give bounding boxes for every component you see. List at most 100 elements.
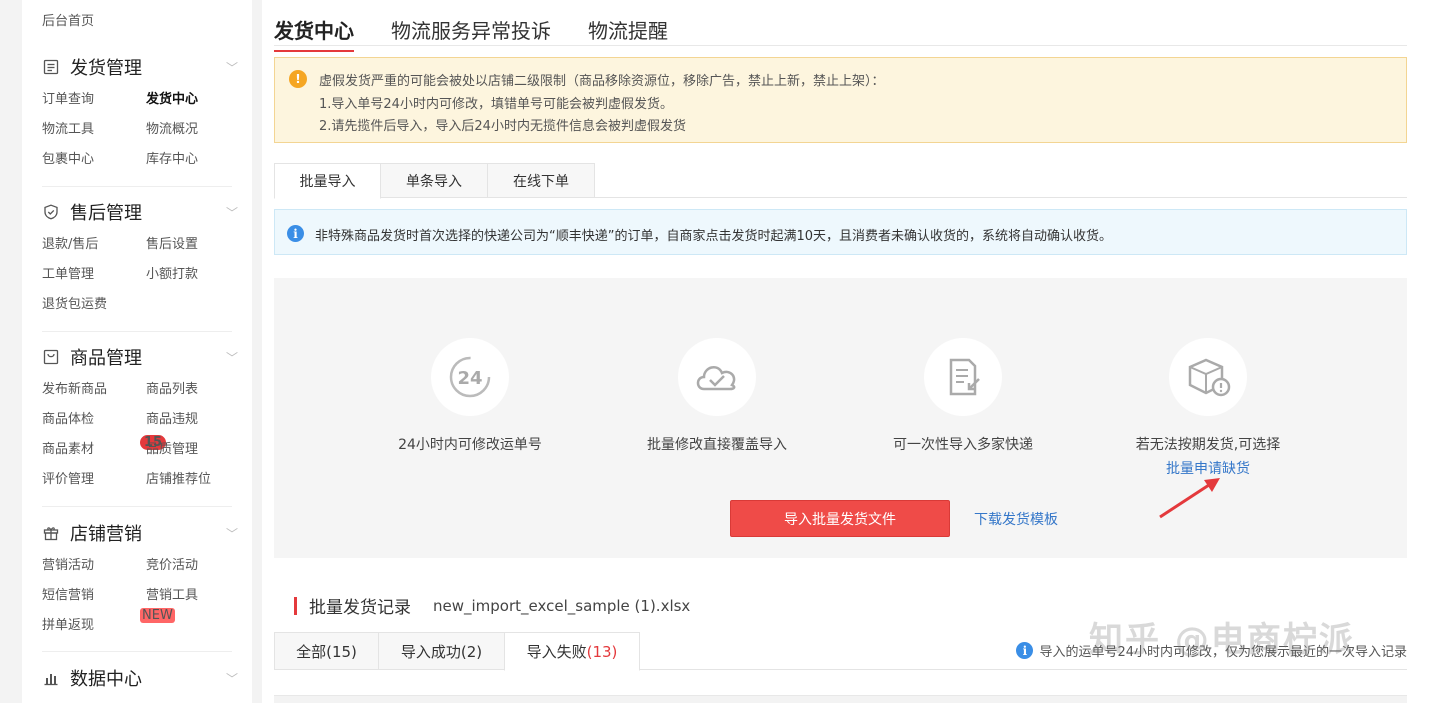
sidebar-item-logistics-tools[interactable]: 物流工具 (42, 120, 146, 139)
record-header: 批量发货记录 new_import_excel_sample (1).xlsx (294, 593, 690, 618)
sidebar-item-parcel-center[interactable]: 包裹中心 (42, 150, 146, 169)
feature-item: 批量修改直接覆盖导入 (617, 338, 817, 454)
sidebar-item-reviews[interactable]: 评价管理 (42, 470, 146, 489)
record-title: 批量发货记录 (309, 598, 411, 618)
tab-online-order[interactable]: 在线下单 (487, 163, 595, 198)
sidebar-item-aftersale-settings[interactable]: 售后设置 (146, 235, 238, 254)
content-gutter (252, 0, 262, 703)
clock-24-icon: 24 (431, 338, 509, 416)
warning-banner: ! 虚假发货严重的可能会被处以店铺二级限制（商品移除资源位，移除广告，禁止上新，… (274, 57, 1407, 143)
section-title: 售后管理 (70, 203, 142, 224)
chevron-down-icon: ﹀ (225, 526, 238, 541)
sidebar-section-shipping: 发货管理 ﹀ 订单查询 发货中心 物流工具 物流概况 包裹中心 库存中心 (42, 52, 238, 169)
sidebar-item-shop-recommend[interactable]: 店铺推荐位 (146, 470, 238, 489)
section-head-shipping[interactable]: 发货管理 ﹀ (42, 52, 238, 82)
sidebar-item-bidding[interactable]: 竞价活动 (146, 556, 238, 575)
chevron-down-icon: ﹀ (225, 350, 238, 365)
section-title: 数据中心 (70, 669, 142, 690)
download-template-link[interactable]: 下载发货模板 (974, 509, 1058, 529)
sidebar-item-quality-management[interactable]: 品质管理 (146, 440, 238, 459)
section-title: 店铺营销 (70, 524, 142, 545)
sidebar-item-cashback[interactable]: 拼单返现 NEW (42, 608, 175, 635)
section-head-marketing[interactable]: 店铺营销 ﹀ (42, 518, 238, 548)
feature-item: 若无法按期发货,可选择 批量申请缺货 (1108, 338, 1308, 478)
sidebar-item-marketing-activities[interactable]: 营销活动 (42, 556, 146, 575)
top-tab-bar: 发货中心 物流服务异常投诉 物流提醒 (274, 0, 1407, 52)
section-head-products[interactable]: 商品管理 ﹀ (42, 342, 238, 372)
info-text: 非特殊商品发货时首次选择的快递公司为“顺丰快递”的订单，自商家点击发货时起满10… (315, 229, 1113, 244)
sidebar-section-aftersale: 售后管理 ﹀ 退款/售后 售后设置 工单管理 小额打款 退货包运费 (42, 197, 238, 314)
tab-all-results[interactable]: 全部(15) (274, 632, 379, 670)
section-accent-bar (294, 596, 297, 615)
warning-text: 虚假发货严重的可能会被处以店铺二级限制（商品移除资源位，移除广告，禁止上新，禁止… (319, 74, 885, 89)
sidebar-item-label: 商品素材 (42, 442, 95, 457)
chevron-down-icon: ﹀ (225, 60, 238, 75)
warning-text: 1.导入单号24小时内可修改，填错单号可能会被判虚假发货。 (319, 97, 673, 112)
info-icon: i (1016, 642, 1034, 659)
sidebar-item-order-query[interactable]: 订单查询 (42, 90, 146, 109)
fail-count: (13) (586, 642, 618, 661)
tab-logistics-complaint[interactable]: 物流服务异常投诉 (391, 15, 551, 44)
feature-label: 可一次性导入多家快递 (893, 437, 1033, 453)
sidebar-item-ticket-management[interactable]: 工单管理 (42, 265, 146, 284)
watermark-text: 知乎 @电商柠派 (1089, 620, 1355, 660)
sidebar-item-publish-product[interactable]: 发布新商品 (42, 380, 146, 399)
sidebar-item-small-payment[interactable]: 小额打款 (146, 265, 238, 284)
sidebar-section-data: 数据中心 ﹀ (42, 663, 238, 693)
sidebar-item-product-list[interactable]: 商品列表 (146, 380, 238, 399)
sidebar-home-link[interactable]: 后台首页 (42, 10, 94, 29)
tab-import-failed[interactable]: 导入失败 (13) (504, 632, 640, 671)
sidebar-item-return-shipping[interactable]: 退货包运费 (42, 295, 146, 314)
sidebar-item-product-check[interactable]: 商品体检 (42, 410, 146, 429)
tab-single-import[interactable]: 单条导入 (380, 163, 488, 198)
section-head-aftersale[interactable]: 售后管理 ﹀ (42, 197, 238, 227)
chevron-down-icon: ﹀ (225, 671, 238, 686)
sidebar-item-product-violations[interactable]: 商品违规 (146, 410, 238, 429)
warning-icon: ! (289, 70, 307, 88)
feature-label: 24小时内可修改运单号 (398, 437, 542, 453)
tab-logistics-reminder[interactable]: 物流提醒 (588, 15, 668, 44)
sidebar-item-inventory-center[interactable]: 库存中心 (146, 150, 238, 169)
feature-item: 24 24小时内可修改运单号 (370, 338, 570, 454)
gift-icon (42, 524, 60, 542)
warning-text: 2.请先揽件后导入，导入后24小时内无揽件信息会被判虚假发货 (319, 119, 686, 134)
sidebar-item-product-materials[interactable]: 商品素材 15 (42, 435, 167, 459)
sidebar-section-marketing: 店铺营销 ﹀ 营销活动 竞价活动 短信营销 营销工具 拼单返现 NEW (42, 518, 238, 635)
divider (42, 331, 232, 332)
sidebar-item-shipping-center[interactable]: 发货中心 (146, 90, 238, 109)
divider (42, 651, 232, 652)
tab-label: 导入失败 (526, 643, 587, 661)
batch-import-panel: 24 24小时内可修改运单号 批量修改直接覆盖导入 可一次性导入多家快递 若无法… (274, 278, 1407, 558)
main-content: 发货中心 物流服务异常投诉 物流提醒 ! 虚假发货严重的可能会被处以店铺二级限制… (274, 0, 1407, 703)
sidebar-item-marketing-tools[interactable]: 营销工具 (146, 586, 238, 605)
annotation-arrow-icon (1159, 478, 1220, 519)
info-banner: i 非特殊商品发货时首次选择的快递公司为“顺丰快递”的订单，自商家点击发货时起满… (274, 209, 1407, 255)
shield-check-icon (42, 203, 60, 221)
table-header (274, 695, 1407, 703)
sidebar-item-sms-marketing[interactable]: 短信营销 (42, 586, 146, 605)
outer-margin (0, 0, 22, 703)
feature-label: 批量修改直接覆盖导入 (647, 437, 787, 453)
import-batch-file-button[interactable]: 导入批量发货文件 (730, 500, 950, 537)
chevron-down-icon: ﹀ (225, 205, 238, 220)
sidebar-item-logistics-overview[interactable]: 物流概况 (146, 120, 238, 139)
shopping-bag-icon (42, 348, 60, 366)
feature-label: 若无法按期发货,可选择 (1135, 437, 1281, 453)
tab-shipping-center[interactable]: 发货中心 (274, 15, 354, 52)
info-icon: i (287, 225, 304, 242)
new-tag: NEW (140, 608, 175, 623)
bar-chart-icon (42, 669, 60, 687)
svg-text:24: 24 (457, 368, 482, 389)
feature-item: 可一次性导入多家快递 (863, 338, 1063, 454)
section-title: 发货管理 (70, 58, 142, 79)
sidebar-item-refund[interactable]: 退款/售后 (42, 235, 146, 254)
record-filename: new_import_excel_sample (1).xlsx (433, 596, 691, 615)
section-head-data[interactable]: 数据中心 ﹀ (42, 663, 238, 693)
sidebar-section-products: 商品管理 ﹀ 发布新商品 商品列表 商品体检 商品违规 商品素材 15 品质管理 … (42, 342, 238, 489)
tab-import-success[interactable]: 导入成功(2) (378, 632, 505, 670)
section-title: 商品管理 (70, 348, 142, 369)
tab-batch-import[interactable]: 批量导入 (274, 163, 381, 199)
sidebar: 后台首页 发货管理 ﹀ 订单查询 发货中心 物流工具 物流概况 包裹中心 库存中… (22, 0, 252, 703)
list-icon (42, 58, 60, 76)
cloud-check-icon (678, 338, 756, 416)
